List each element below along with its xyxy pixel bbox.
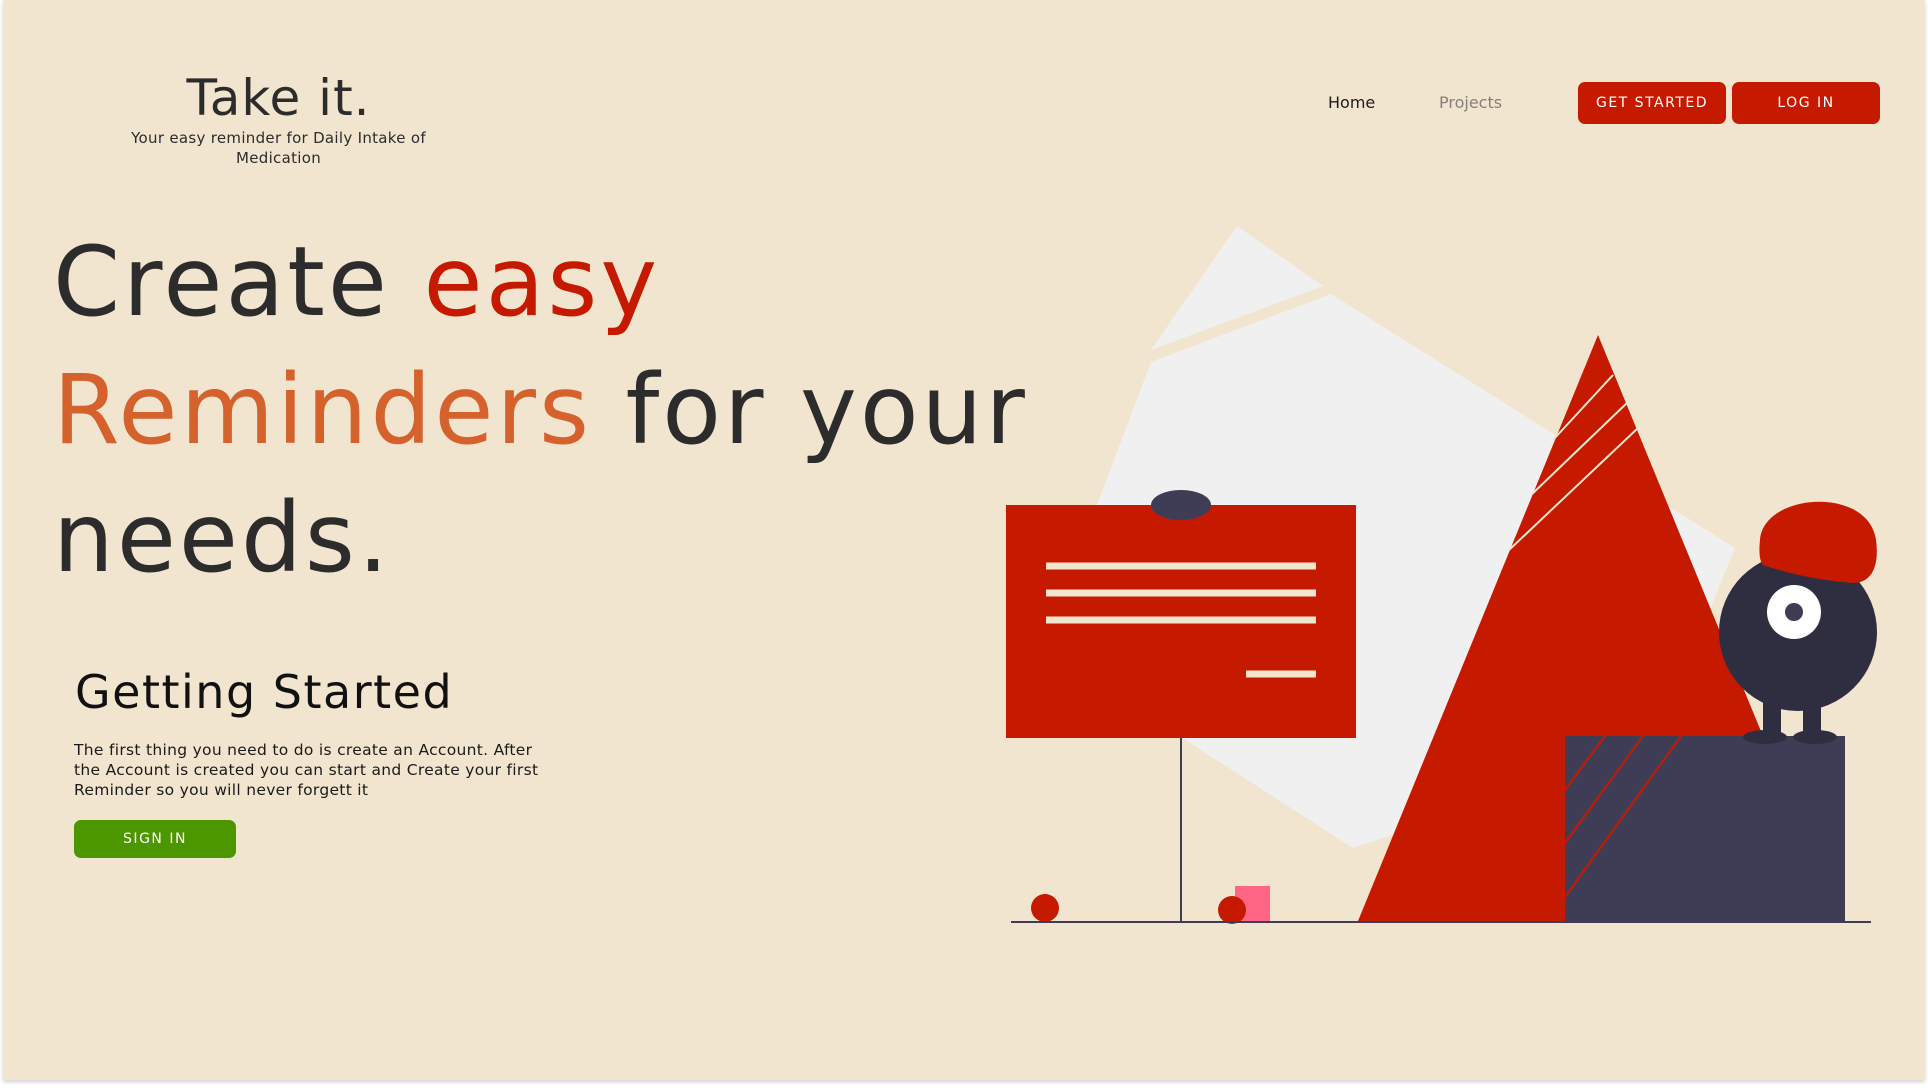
sign-board xyxy=(1006,490,1356,921)
red-ball-left xyxy=(1031,894,1059,922)
page-frame: Take it. Your easy reminder for Daily In… xyxy=(3,0,1925,1080)
red-ball-right xyxy=(1218,896,1246,924)
dark-box xyxy=(1565,736,1845,921)
reminder-illustration xyxy=(1006,226,1877,924)
pin-icon xyxy=(1151,490,1211,520)
